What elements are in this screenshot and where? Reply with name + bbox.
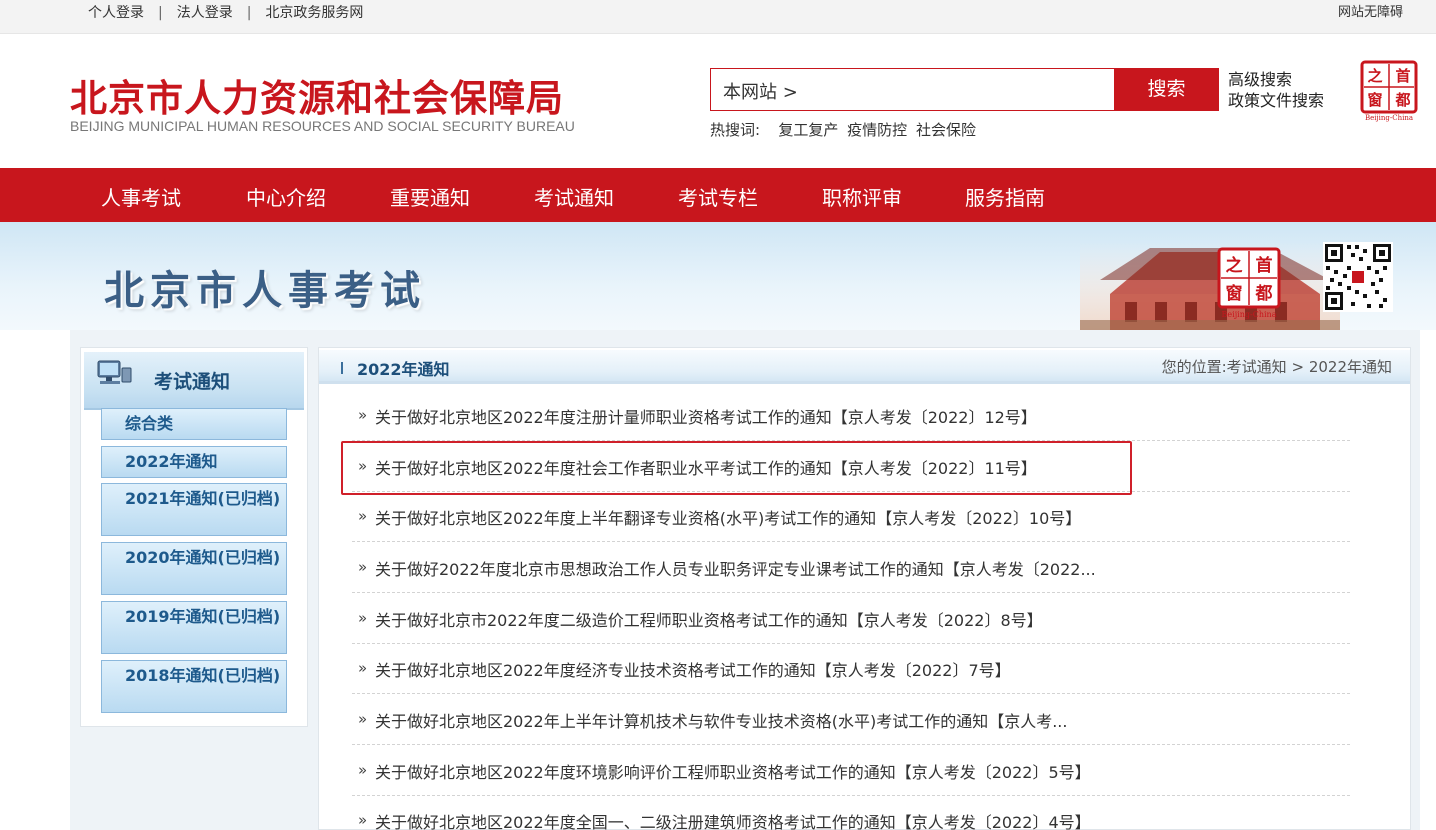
site-header: 北京市人力资源和社会保障局 BEIJING MUNICIPAL HUMAN RE… — [0, 34, 1436, 168]
gov-service-link[interactable]: 北京政务服务网 — [265, 5, 363, 21]
banner-title: 北京市人事考试 — [104, 268, 426, 314]
article-link[interactable]: 关于做好2022年度北京市思想政治工作人员专业职务评定专业课考试工作的通知【京人… — [375, 556, 1096, 580]
title-bar-marker — [341, 362, 343, 374]
double-arrow-icon: » — [358, 406, 368, 424]
sidebar-item-2018[interactable]: 2018年通知(已归档) — [101, 660, 287, 713]
nav-item-exams[interactable]: 人事考试 — [101, 182, 181, 211]
personal-login-link[interactable]: 个人登录 — [88, 5, 144, 21]
computer-icon — [97, 360, 132, 384]
seal-caption: Beijing-China — [1365, 114, 1413, 122]
sidebar-item-2020[interactable]: 2020年通知(已归档) — [101, 542, 287, 595]
seal-char: 之 — [1226, 255, 1243, 276]
capital-window-seal-icon: 之 首 窗 都 Beijing-China — [1217, 247, 1281, 319]
seal-char: 之 — [1367, 67, 1382, 85]
seal-char: 首 — [1395, 67, 1410, 85]
seal-char: 窗 — [1226, 283, 1243, 304]
nav-item-exam-notices[interactable]: 考试通知 — [534, 182, 614, 211]
list-item: » 关于做好北京地区2022年度全国一、二级注册建筑师资格考试工作的通知【京人考… — [352, 795, 1350, 830]
hot-word-link[interactable]: 疫情防控 — [847, 121, 907, 139]
list-item: » 关于做好北京地区2022年上半年计算机技术与软件专业技术资格(水平)考试工作… — [352, 694, 1350, 745]
hot-word-link[interactable]: 社会保险 — [916, 121, 976, 139]
breadcrumb-separator: > — [1291, 358, 1305, 376]
double-arrow-icon: » — [358, 457, 368, 475]
advanced-search-link[interactable]: 高级搜索 — [1228, 69, 1324, 90]
double-arrow-icon: » — [358, 710, 368, 728]
list-item: » 关于做好北京地区2022年度环境影响评价工程师职业资格考试工作的通知【京人考… — [352, 745, 1350, 796]
nav-item-exam-column[interactable]: 考试专栏 — [678, 182, 758, 211]
nav-item-center[interactable]: 中心介绍 — [246, 182, 326, 211]
double-arrow-icon: » — [358, 558, 368, 576]
sidebar-item-2021[interactable]: 2021年通知(已归档) — [101, 483, 287, 536]
article-link[interactable]: 关于做好北京地区2022年度注册计量师职业资格考试工作的通知【京人考发〔2022… — [375, 404, 1037, 428]
search-input[interactable]: 本网站 > — [710, 68, 1114, 111]
list-item: » 关于做好北京地区2022年度经济专业技术资格考试工作的通知【京人考发〔202… — [352, 643, 1350, 694]
list-item: » 关于做好2022年度北京市思想政治工作人员专业职务评定专业课考试工作的通知【… — [352, 542, 1350, 593]
site-logo-title[interactable]: 北京市人力资源和社会保障局 — [70, 68, 564, 122]
breadcrumb-link[interactable]: 2022年通知 — [1309, 358, 1392, 376]
double-arrow-icon: » — [358, 659, 368, 677]
breadcrumb-prefix: 您的位置: — [1161, 358, 1227, 376]
hot-word-link[interactable]: 复工复产 — [778, 121, 838, 139]
breadcrumb-link[interactable]: 考试通知 — [1227, 358, 1287, 376]
nav-item-important[interactable]: 重要通知 — [390, 182, 470, 211]
tiananmen-image — [1080, 242, 1340, 330]
list-item: » 关于做好北京地区2022年度社会工作者职业水平考试工作的通知【京人考发〔20… — [352, 441, 1350, 492]
seal-caption: Beijing-China — [1222, 310, 1277, 319]
sidebar-item-2022[interactable]: 2022年通知 — [101, 446, 287, 478]
sidebar-item-general[interactable]: 综合类 — [101, 408, 287, 440]
banner: 北京市人事考试 之 首 窗 都 Beijing-China — [0, 222, 1436, 330]
double-arrow-icon: » — [358, 507, 368, 525]
article-link[interactable]: 关于做好北京地区2022年度社会工作者职业水平考试工作的通知【京人考发〔2022… — [375, 455, 1037, 479]
accessibility-link[interactable]: 网站无障碍 — [1338, 1, 1403, 20]
site-logo-subtitle: BEIJING MUNICIPAL HUMAN RESOURCES AND SO… — [70, 118, 575, 134]
seal-char: 窗 — [1367, 91, 1382, 109]
divider: | — [246, 5, 252, 21]
seal-char: 都 — [1255, 283, 1273, 304]
main-nav: 人事考试 中心介绍 重要通知 考试通知 考试专栏 职称评审 服务指南 — [0, 168, 1436, 222]
nav-item-service-guide[interactable]: 服务指南 — [965, 182, 1045, 211]
list-item: » 关于做好北京市2022年度二级造价工程师职业资格考试工作的通知【京人考发〔2… — [352, 593, 1350, 644]
article-link[interactable]: 关于做好北京地区2022年度环境影响评价工程师职业资格考试工作的通知【京人考发〔… — [375, 759, 1091, 783]
hot-words-label: 热搜词: — [710, 121, 761, 139]
corp-login-link[interactable]: 法人登录 — [177, 5, 233, 21]
divider: | — [158, 5, 163, 21]
double-arrow-icon: » — [358, 609, 368, 627]
article-link[interactable]: 关于做好北京地区2022年上半年计算机技术与软件专业技术资格(水平)考试工作的通… — [375, 708, 1067, 732]
qr-code-icon[interactable] — [1323, 242, 1393, 312]
search-button[interactable]: 搜索 — [1114, 68, 1219, 111]
article-link[interactable]: 关于做好北京地区2022年度全国一、二级注册建筑师资格考试工作的通知【京人考发〔… — [375, 809, 1091, 830]
capital-window-seal-icon[interactable]: 之 首 窗 都 Beijing-China — [1360, 60, 1418, 122]
main-panel-header: 2022年通知 您的位置:考试通知 > 2022年通知 — [319, 350, 1410, 384]
top-bar: 个人登录 | 法人登录 | 北京政务服务网 网站无障碍 — [0, 0, 1436, 34]
double-arrow-icon: » — [358, 811, 368, 829]
list-item: » 关于做好北京地区2022年度上半年翻译专业资格(水平)考试工作的通知【京人考… — [352, 491, 1350, 542]
article-link[interactable]: 关于做好北京市2022年度二级造价工程师职业资格考试工作的通知【京人考发〔202… — [375, 607, 1043, 631]
article-link[interactable]: 关于做好北京地区2022年度上半年翻译专业资格(水平)考试工作的通知【京人考发〔… — [375, 505, 1081, 529]
sidebar-header: 考试通知 — [84, 352, 304, 410]
search-scope-select[interactable]: 本网站 > — [723, 78, 798, 104]
article-link[interactable]: 关于做好北京地区2022年度经济专业技术资格考试工作的通知【京人考发〔2022〕… — [375, 657, 1011, 681]
advanced-search-links: 高级搜索 政策文件搜索 — [1228, 69, 1324, 111]
policy-search-link[interactable]: 政策文件搜索 — [1228, 90, 1324, 111]
hot-words: 热搜词: 复工复产 疫情防控 社会保险 — [710, 119, 976, 140]
seal-char: 都 — [1394, 91, 1410, 109]
section-title: 2022年通知 — [357, 360, 450, 379]
breadcrumb: 您的位置:考试通知 > 2022年通知 — [1162, 356, 1392, 377]
nav-item-title-review[interactable]: 职称评审 — [822, 182, 902, 211]
top-links: 个人登录 | 法人登录 | 北京政务服务网 — [88, 2, 363, 22]
seal-char: 首 — [1256, 255, 1273, 276]
sidebar-item-2019[interactable]: 2019年通知(已归档) — [101, 601, 287, 654]
double-arrow-icon: » — [358, 761, 368, 779]
list-item: » 关于做好北京地区2022年度注册计量师职业资格考试工作的通知【京人考发〔20… — [352, 390, 1350, 441]
sidebar-title: 考试通知 — [154, 371, 231, 393]
